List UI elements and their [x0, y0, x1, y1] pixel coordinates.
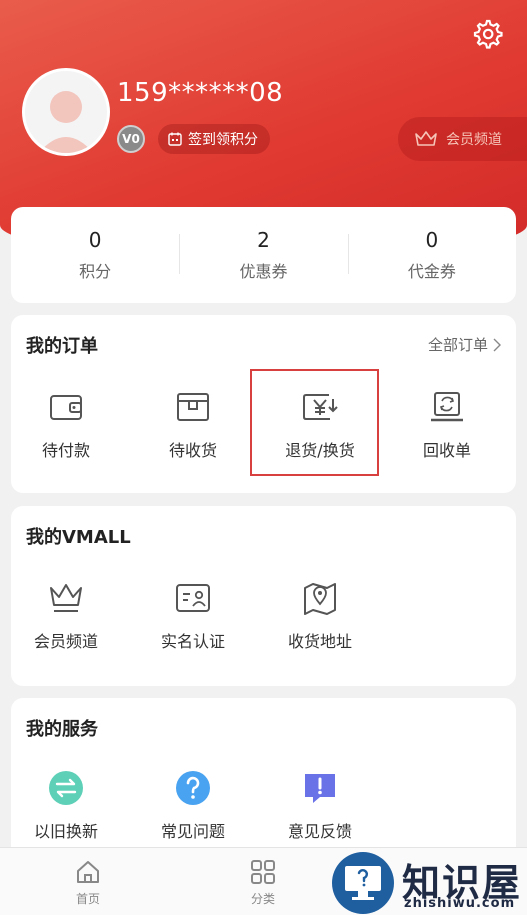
order-item-label: 待收货 [168, 441, 217, 460]
watermark-sub: zhishiwu.com [404, 896, 516, 911]
nav-label: 首页 [75, 892, 100, 906]
service-trade-in[interactable]: 以旧换新 [11, 768, 121, 842]
user-phone: 159******08 [117, 78, 284, 108]
service-item-label: 意见反馈 [287, 822, 352, 841]
category-icon [251, 860, 275, 884]
order-pending-payment[interactable]: 待付款 [11, 387, 121, 461]
member-channel-label: 会员频道 [446, 132, 502, 148]
map-pin-icon [304, 583, 336, 615]
crown-icon [50, 584, 82, 612]
service-faq[interactable]: 常见问题 [138, 768, 248, 842]
nav-category[interactable]: 分类 [233, 858, 293, 907]
vmall-real-name-auth[interactable]: 实名认证 [138, 578, 248, 652]
order-item-label: 回收单 [422, 441, 471, 460]
service-feedback[interactable]: 意见反馈 [265, 768, 375, 842]
package-icon [177, 393, 209, 421]
gear-icon[interactable] [471, 18, 503, 50]
orders-title: 我的订单 [26, 336, 98, 357]
home-icon [77, 861, 99, 883]
wallet-icon [50, 395, 82, 420]
calendar-icon [168, 132, 182, 146]
all-orders-label: 全部订单 [427, 336, 488, 354]
vmall-item-label: 收货地址 [287, 632, 352, 651]
recycle-device-icon [431, 392, 463, 422]
vmall-member-channel[interactable]: 会员频道 [11, 578, 121, 652]
avatar-silhouette-icon [38, 91, 94, 153]
stat-value: 2 [257, 228, 270, 252]
vmall-title: 我的VMALL [26, 527, 131, 548]
stats-card: 0 积分 2 优惠券 0 代金券 [11, 207, 516, 303]
services-card: 我的服务 以旧换新 常见问题 意见反馈 [11, 698, 516, 868]
nav-home[interactable]: 首页 [58, 858, 118, 907]
service-item-label: 以旧换新 [33, 822, 98, 841]
stat-label: 代金券 [407, 262, 456, 281]
stat-label: 优惠券 [239, 262, 288, 281]
order-recycle[interactable]: 回收单 [392, 387, 502, 461]
feedback-icon [305, 774, 335, 803]
signin-button[interactable]: 签到领积分 [158, 124, 270, 154]
stat-coupons[interactable]: 2 优惠券 [179, 228, 347, 282]
vmall-shipping-address[interactable]: 收货地址 [265, 578, 375, 652]
vmall-card: 我的VMALL 会员频道 实名认证 收货地址 [11, 506, 516, 686]
id-card-icon [176, 584, 210, 612]
stat-vouchers[interactable]: 0 代金券 [347, 228, 516, 282]
stat-value: 0 [88, 228, 102, 252]
stat-value: 0 [425, 228, 439, 252]
stat-points[interactable]: 0 积分 [11, 228, 179, 282]
monitor-question-icon [332, 852, 394, 914]
vmall-item-label: 实名认证 [160, 632, 225, 651]
member-channel-button[interactable]: 会员频道 [398, 117, 527, 161]
avatar[interactable] [22, 68, 110, 156]
exchange-icon [49, 771, 83, 805]
order-pending-receipt[interactable]: 待收货 [138, 387, 248, 461]
vmall-item-label: 会员频道 [33, 632, 98, 651]
nav-label: 分类 [250, 892, 275, 906]
watermark-logo: 知识屋 zhishiwu.com [330, 850, 527, 915]
stat-label: 积分 [79, 262, 112, 281]
service-item-label: 常见问题 [160, 822, 225, 841]
highlight-box [250, 369, 379, 476]
services-title: 我的服务 [26, 719, 98, 740]
question-icon [176, 771, 210, 805]
crown-icon [415, 131, 437, 146]
vip-level-badge[interactable]: V0 [117, 125, 145, 153]
chevron-right-icon [493, 338, 501, 351]
order-item-label: 待付款 [41, 441, 90, 460]
signin-label: 签到领积分 [188, 132, 258, 148]
all-orders-link[interactable]: 全部订单 [428, 334, 502, 355]
